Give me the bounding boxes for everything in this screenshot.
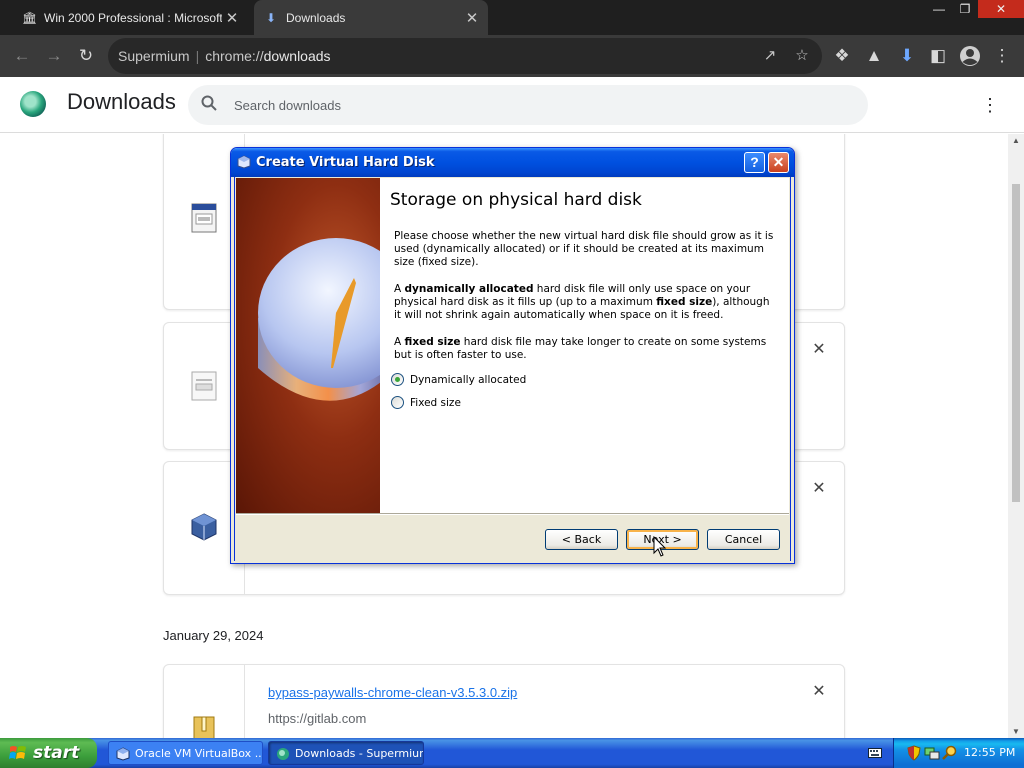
download-status-icon[interactable]: ⬇: [893, 42, 921, 70]
back-arrow-icon[interactable]: ←: [8, 42, 36, 70]
bold-term: fixed size: [404, 336, 461, 348]
taskbar-item-label: Downloads - Supermium: [295, 747, 424, 760]
date-header: January 29, 2024: [163, 628, 264, 643]
radio-label: Dynamically allocated: [410, 373, 527, 386]
dialog-heading: Storage on physical hard disk: [390, 190, 642, 210]
flask-icon[interactable]: ▲: [860, 42, 888, 70]
radio-button[interactable]: [391, 373, 404, 386]
network-icon[interactable]: [924, 745, 940, 761]
dialog-separator: [236, 513, 789, 515]
scrollbar-thumb[interactable]: [1012, 184, 1020, 502]
mouse-cursor-icon: [653, 536, 667, 557]
search-magnifier-icon[interactable]: [942, 745, 958, 761]
start-label: start: [33, 743, 80, 763]
browser-toolbar: ← → ↻ Supermium | chrome://downloads ↗ ☆ ❖…: [0, 35, 1024, 77]
remove-download-icon[interactable]: ✕: [810, 480, 828, 498]
restore-button[interactable]: ❐: [952, 0, 978, 18]
zip-file-icon: [193, 716, 215, 738]
supermium-icon: [277, 748, 289, 760]
forward-arrow-icon[interactable]: →: [40, 42, 68, 70]
downloads-header: Downloads ⋮: [0, 77, 1024, 133]
reload-icon[interactable]: ↻: [72, 42, 100, 70]
card-divider: [244, 665, 245, 738]
radio-label: Fixed size: [410, 396, 461, 409]
dialog-title-bar[interactable]: Create Virtual Hard Disk ? ✕: [231, 148, 794, 177]
text-run: A: [394, 283, 405, 295]
side-panel-icon[interactable]: ◧: [924, 42, 952, 70]
supermium-logo-icon: [20, 91, 46, 117]
browser-menu-icon[interactable]: ⋮: [988, 42, 1016, 70]
search-icon: [201, 95, 217, 111]
download-source-url[interactable]: https://gitlab.com: [268, 711, 366, 726]
bank-icon: 🏛: [22, 10, 38, 25]
clock: 12:55 PM: [964, 746, 1016, 759]
search-box[interactable]: [188, 85, 868, 125]
tab-win2000[interactable]: 🏛 Win 2000 Professional : Microsoft : F …: [8, 0, 248, 35]
help-button[interactable]: ?: [744, 152, 765, 173]
profile-avatar-icon[interactable]: [956, 42, 984, 70]
tab-title: Win 2000 Professional : Microsoft : F: [44, 10, 222, 25]
extensions-icon[interactable]: ❖: [828, 42, 856, 70]
virtualbox-icon: [191, 513, 217, 541]
dialog-title: Create Virtual Hard Disk: [256, 155, 435, 170]
star-icon[interactable]: ☆: [788, 38, 816, 74]
executable-file-icon: [191, 203, 217, 233]
dialog-body: Storage on physical hard disk Please cho…: [234, 177, 791, 561]
start-button[interactable]: start: [0, 738, 97, 768]
remove-download-icon[interactable]: ✕: [810, 683, 828, 701]
close-window-button[interactable]: ✕: [978, 0, 1024, 18]
radio-fixed-size[interactable]: Fixed size: [391, 396, 461, 409]
omnibox-scheme: chrome://: [205, 48, 264, 64]
dialog-content: Storage on physical hard disk Please cho…: [380, 178, 789, 513]
virtualbox-icon: [237, 155, 251, 169]
taskbar: start Oracle VM VirtualBox ... Downloads…: [0, 738, 1024, 768]
page-scrollbar[interactable]: ▲ ▼: [1008, 134, 1024, 738]
download-file-link[interactable]: bypass-paywalls-chrome-clean-v3.5.3.0.zi…: [268, 685, 517, 700]
tab-close-icon[interactable]: ✕: [462, 9, 482, 27]
remove-download-icon[interactable]: ✕: [810, 341, 828, 359]
scroll-down-arrow-icon[interactable]: ▼: [1008, 727, 1024, 736]
window-controls: — ❐ ✕: [926, 0, 1024, 18]
address-bar[interactable]: Supermium | chrome://downloads ↗ ☆: [108, 38, 822, 74]
virtualbox-icon: [116, 747, 130, 761]
taskbar-item-virtualbox[interactable]: Oracle VM VirtualBox ...: [108, 741, 263, 765]
intro-paragraph: Please choose whether the new virtual ha…: [394, 230, 774, 268]
hard-disk-illustration: [236, 178, 380, 513]
taskbar-item-supermium[interactable]: Downloads - Supermium: [268, 741, 424, 765]
minimize-button[interactable]: —: [926, 0, 952, 18]
tab-strip: 🏛 Win 2000 Professional : Microsoft : F …: [0, 0, 1024, 35]
share-icon[interactable]: ↗: [756, 38, 784, 74]
keyboard-language-icon[interactable]: [868, 747, 882, 759]
dialog-close-button[interactable]: ✕: [768, 152, 789, 173]
more-menu-icon[interactable]: ⋮: [980, 91, 1000, 119]
omnibox-separator: |: [195, 48, 200, 64]
back-button[interactable]: < Back: [545, 529, 618, 550]
create-virtual-hard-disk-dialog: Create Virtual Hard Disk ? ✕ Storage on …: [230, 147, 795, 564]
security-shield-icon[interactable]: [906, 745, 922, 761]
radio-button[interactable]: [391, 396, 404, 409]
windows-logo-icon: [9, 746, 26, 759]
tab-close-icon[interactable]: ✕: [222, 9, 242, 27]
system-tray: 12:55 PM: [893, 738, 1024, 768]
bold-term: dynamically allocated: [404, 283, 534, 295]
text-run: A: [394, 336, 405, 348]
search-input[interactable]: [234, 85, 834, 125]
omnibox-host: downloads: [263, 48, 331, 64]
tab-title: Downloads: [286, 10, 346, 25]
download-icon: ⬇: [265, 10, 277, 25]
document-file-icon: [191, 371, 217, 401]
page-title: Downloads: [67, 89, 176, 114]
radio-dynamically-allocated[interactable]: Dynamically allocated: [391, 373, 526, 386]
dynamic-description-paragraph: A dynamically allocated hard disk file w…: [394, 283, 779, 322]
tab-downloads[interactable]: ⬇ Downloads ✕: [254, 0, 488, 35]
fixed-description-paragraph: A fixed size hard disk file may take lon…: [394, 336, 779, 362]
download-card: bypass-paywalls-chrome-clean-v3.5.3.0.zi…: [163, 664, 845, 738]
taskbar-item-label: Oracle VM VirtualBox ...: [135, 747, 263, 760]
scroll-up-arrow-icon[interactable]: ▲: [1008, 136, 1024, 145]
omnibox-app-name: Supermium: [118, 48, 190, 64]
cancel-button[interactable]: Cancel: [707, 529, 780, 550]
bold-term: fixed size: [656, 296, 713, 308]
